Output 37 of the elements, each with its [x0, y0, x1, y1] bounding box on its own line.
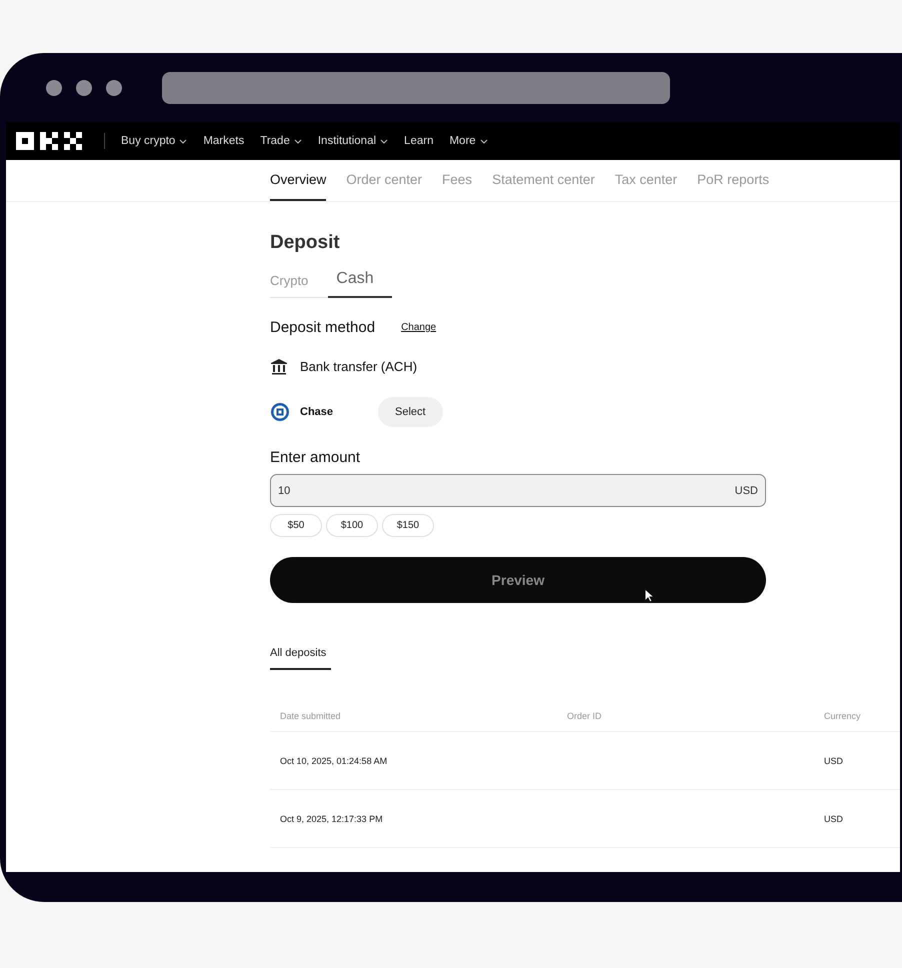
amount-field[interactable]: 10 USD [270, 474, 766, 507]
nav-menu-item[interactable]: Markets [203, 135, 244, 147]
sub-nav-tab[interactable]: Overview [270, 160, 326, 201]
address-bar[interactable] [162, 72, 670, 104]
nav-menu-item[interactable]: Trade [260, 135, 302, 147]
nav-menu-item[interactable]: More [449, 135, 488, 147]
bank-name: Chase [300, 406, 334, 418]
table-cell-text: Oct 10, 2025, 01:24:58 AM [279, 756, 388, 766]
table-cell-text: USD [823, 756, 844, 766]
section-label: Deposit method [270, 319, 376, 336]
nav-menu-item[interactable]: Institutional [318, 135, 388, 147]
window-dot [76, 80, 92, 96]
window-dot [106, 80, 122, 96]
currency-label: USD [734, 484, 758, 496]
quick-amount-chip[interactable]: $50 [270, 514, 322, 537]
section-label: Enter amount [270, 449, 362, 466]
column-header: Currency [823, 710, 862, 720]
quick-amount-chip[interactable]: $150 [382, 514, 434, 537]
deposits-tab[interactable]: All deposits [270, 647, 331, 670]
table-cell-text: Oct 9, 2025, 12:17:33 PM [279, 814, 384, 824]
column-header: Date submitted [279, 710, 342, 720]
page-title: Deposit [270, 232, 341, 254]
column-header: Order ID [566, 710, 603, 720]
deposit-type-tab[interactable]: Cash [328, 270, 392, 298]
bank-icon [270, 358, 288, 375]
change-link[interactable]: Change [401, 322, 436, 333]
nav-menu-item[interactable]: Buy crypto [121, 135, 188, 147]
deposit-method-name: Bank transfer (ACH) [300, 359, 418, 374]
bank-logo-icon [270, 402, 290, 422]
table-cell-text: USD [823, 814, 844, 824]
quick-amount-chip[interactable]: $100 [326, 514, 378, 537]
window-dot [46, 80, 62, 96]
amount-value: 10 [278, 484, 290, 496]
logo-icon [16, 132, 82, 150]
select-button[interactable]: Select [378, 397, 443, 427]
nav-menu-item[interactable]: Learn [404, 135, 434, 147]
mouse-pointer-icon [644, 588, 654, 603]
